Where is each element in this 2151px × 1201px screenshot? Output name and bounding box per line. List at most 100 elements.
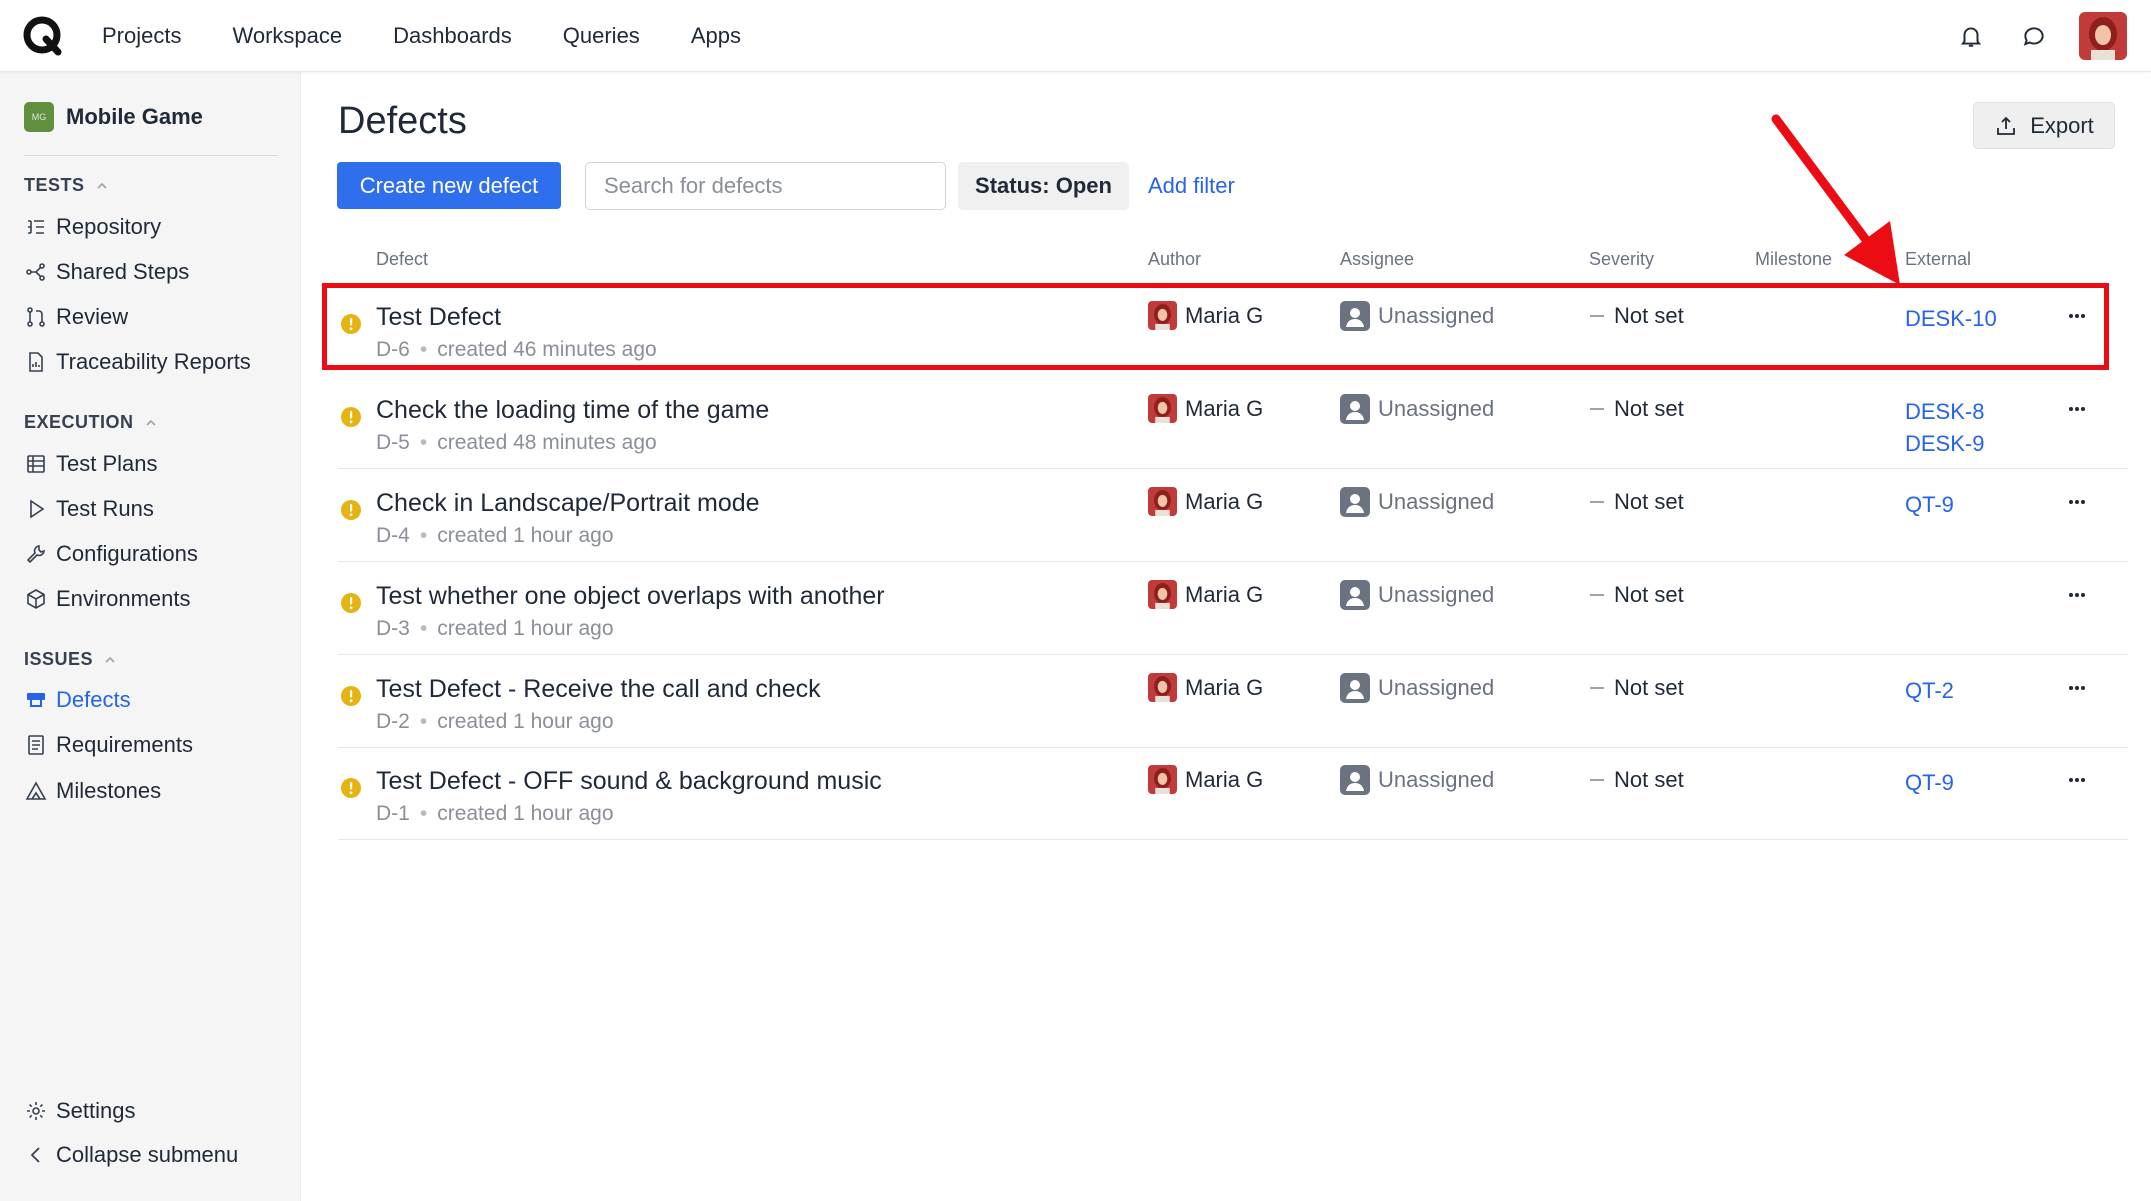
status-filter-chip[interactable]: Status: Open bbox=[958, 162, 1129, 210]
severity-cell[interactable]: Not set bbox=[1590, 396, 1684, 422]
nav-apps[interactable]: Apps bbox=[691, 23, 741, 49]
sidebar-item-test-runs[interactable]: Test Runs bbox=[24, 493, 154, 525]
table-row[interactable]: Check the loading time of the game D-5 • c… bbox=[338, 376, 2128, 469]
add-filter-link[interactable]: Add filter bbox=[1148, 173, 1235, 199]
column-header-severity[interactable]: Severity bbox=[1589, 249, 1654, 270]
bell-icon[interactable] bbox=[1956, 21, 1986, 51]
sidebar-item-configurations[interactable]: Configurations bbox=[24, 538, 198, 570]
external-link[interactable]: QT-2 bbox=[1905, 675, 1954, 707]
sidebar-item-requirements[interactable]: Requirements bbox=[24, 729, 193, 761]
external-links: DESK-8 DESK-9 bbox=[1905, 396, 1984, 460]
author-cell: Maria G bbox=[1148, 765, 1263, 794]
column-header-assignee[interactable]: Assignee bbox=[1340, 249, 1414, 270]
external-link[interactable]: DESK-8 bbox=[1905, 396, 1984, 428]
project-switcher[interactable]: MG Mobile Game bbox=[24, 102, 203, 132]
severity-cell[interactable]: Not set bbox=[1590, 582, 1684, 608]
search-defects-input[interactable] bbox=[585, 162, 946, 210]
warning-status-icon bbox=[341, 778, 361, 798]
section-tests[interactable]: TESTS bbox=[24, 175, 109, 196]
collapse-submenu-button[interactable]: Collapse submenu bbox=[24, 1139, 238, 1171]
defect-id: D-2 bbox=[376, 710, 410, 733]
severity-cell[interactable]: Not set bbox=[1590, 767, 1684, 793]
assignee-cell[interactable]: Unassigned bbox=[1340, 580, 1494, 610]
assignee-cell[interactable]: Unassigned bbox=[1340, 301, 1494, 331]
more-actions-icon[interactable] bbox=[2062, 765, 2092, 795]
author-avatar bbox=[1148, 394, 1177, 423]
warning-status-icon bbox=[341, 314, 361, 334]
assignee-name: Unassigned bbox=[1378, 396, 1495, 421]
sidebar-item-label: Requirements bbox=[56, 732, 193, 757]
table-row[interactable]: Check in Landscape/Portrait mode D-4 • cre… bbox=[338, 469, 2128, 562]
external-link[interactable]: QT-9 bbox=[1905, 489, 1954, 521]
sidebar-item-environments[interactable]: Environments bbox=[24, 583, 191, 615]
separator-dot: • bbox=[419, 617, 428, 640]
top-navigation-bar: Projects Workspace Dashboards Queries Ap… bbox=[0, 0, 2151, 72]
severity-cell[interactable]: Not set bbox=[1590, 489, 1684, 515]
more-actions-icon[interactable] bbox=[2062, 301, 2092, 331]
defect-id: D-6 bbox=[376, 338, 410, 361]
play-icon bbox=[24, 497, 48, 521]
table-row[interactable]: Test Defect - Receive the call and check… bbox=[338, 655, 2128, 748]
section-issues[interactable]: ISSUES bbox=[24, 649, 117, 670]
column-header-defect[interactable]: Defect bbox=[376, 249, 428, 270]
assignee-cell[interactable]: Unassigned bbox=[1340, 394, 1494, 424]
assignee-cell[interactable]: Unassigned bbox=[1340, 487, 1494, 517]
defect-title[interactable]: Test Defect - Receive the call and check bbox=[376, 675, 821, 704]
user-placeholder-icon bbox=[1340, 580, 1370, 610]
section-execution[interactable]: EXECUTION bbox=[24, 412, 158, 433]
sidebar-item-milestones[interactable]: Milestones bbox=[24, 775, 161, 807]
more-actions-icon[interactable] bbox=[2062, 487, 2092, 517]
sidebar-item-review[interactable]: Review bbox=[24, 301, 128, 333]
column-header-external[interactable]: External bbox=[1905, 249, 1971, 270]
assignee-cell[interactable]: Unassigned bbox=[1340, 673, 1494, 703]
nav-projects[interactable]: Projects bbox=[102, 23, 181, 49]
external-link[interactable]: QT-9 bbox=[1905, 767, 1954, 799]
column-header-milestone[interactable]: Milestone bbox=[1755, 249, 1832, 270]
defect-title[interactable]: Check in Landscape/Portrait mode bbox=[376, 489, 760, 518]
export-button[interactable]: Export bbox=[1973, 102, 2115, 149]
sidebar-item-settings[interactable]: Settings bbox=[24, 1095, 136, 1127]
user-avatar[interactable] bbox=[2079, 12, 2127, 60]
triangle-milestone-icon bbox=[24, 779, 48, 803]
chat-icon[interactable] bbox=[2019, 21, 2049, 51]
table-row[interactable]: Test Defect D-6 • created 46 minutes ago M… bbox=[338, 283, 2128, 376]
create-new-defect-button[interactable]: Create new defect bbox=[337, 162, 561, 209]
nav-workspace[interactable]: Workspace bbox=[232, 23, 342, 49]
defect-title[interactable]: Test Defect - OFF sound & background mus… bbox=[376, 767, 882, 796]
external-link[interactable]: DESK-9 bbox=[1905, 428, 1984, 460]
table-row[interactable]: Test Defect - OFF sound & background mus… bbox=[338, 747, 2128, 840]
sidebar-item-repository[interactable]: Repository bbox=[24, 211, 161, 243]
author-avatar bbox=[1148, 580, 1177, 609]
more-actions-icon[interactable] bbox=[2062, 673, 2092, 703]
column-header-author[interactable]: Author bbox=[1148, 249, 1201, 270]
defect-id: D-4 bbox=[376, 524, 410, 547]
dash-icon bbox=[1590, 687, 1604, 689]
defect-title[interactable]: Test Defect bbox=[376, 303, 501, 332]
defect-id: D-5 bbox=[376, 431, 410, 454]
nav-queries[interactable]: Queries bbox=[563, 23, 640, 49]
app-logo-icon[interactable] bbox=[22, 15, 64, 57]
sidebar-item-traceability-reports[interactable]: Traceability Reports bbox=[24, 346, 251, 378]
external-links: QT-9 bbox=[1905, 767, 1954, 799]
warning-status-icon bbox=[341, 500, 361, 520]
severity-cell[interactable]: Not set bbox=[1590, 675, 1684, 701]
defect-id: D-3 bbox=[376, 617, 410, 640]
sidebar-item-test-plans[interactable]: Test Plans bbox=[24, 448, 158, 480]
sidebar-item-shared-steps[interactable]: Shared Steps bbox=[24, 256, 189, 288]
sidebar-item-label: Test Runs bbox=[56, 496, 154, 521]
defect-meta: D-3 • created 1 hour ago bbox=[376, 617, 614, 641]
external-link[interactable]: DESK-10 bbox=[1905, 303, 1997, 335]
sidebar-item-label: Traceability Reports bbox=[56, 349, 251, 374]
severity-cell[interactable]: Not set bbox=[1590, 303, 1684, 329]
more-actions-icon[interactable] bbox=[2062, 580, 2092, 610]
assignee-cell[interactable]: Unassigned bbox=[1340, 765, 1494, 795]
sidebar-item-label: Environments bbox=[56, 586, 191, 611]
defect-title[interactable]: Check the loading time of the game bbox=[376, 396, 769, 425]
nav-dashboards[interactable]: Dashboards bbox=[393, 23, 512, 49]
assignee-name: Unassigned bbox=[1378, 675, 1495, 700]
sidebar-item-defects[interactable]: Defects bbox=[24, 684, 131, 716]
more-actions-icon[interactable] bbox=[2062, 394, 2092, 424]
defect-title[interactable]: Test whether one object overlaps with an… bbox=[376, 582, 885, 611]
table-row[interactable]: Test whether one object overlaps with an… bbox=[338, 562, 2128, 655]
cube-icon bbox=[24, 587, 48, 611]
